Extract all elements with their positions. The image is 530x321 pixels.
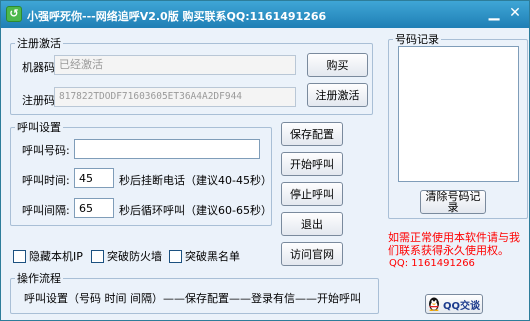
hide-ip-checkbox[interactable]: 隐藏本机IP (13, 248, 83, 264)
clear-records-button[interactable]: 清除号码记录 (420, 190, 486, 214)
call-interval-label: 呼叫间隔: (22, 204, 70, 217)
call-number-input[interactable] (74, 139, 260, 159)
records-list[interactable] (398, 46, 519, 182)
buy-button[interactable]: 购买 (307, 53, 368, 77)
call-time-hint: 秒后挂断电话（建议40-45秒） (119, 174, 272, 187)
bypass-blacklist-checkbox-box[interactable] (169, 249, 182, 263)
register-code-field[interactable]: 817822TDODF71603605ET36A4A2DF944 (54, 87, 296, 107)
hide-ip-checkbox-box[interactable] (13, 249, 26, 263)
call-settings-group-label: 呼叫设置 (17, 121, 61, 134)
call-interval-input[interactable] (74, 198, 114, 218)
bypass-firewall-label: 突破防火墙 (107, 250, 162, 263)
contact-qq: QQ: 1161491266 (389, 258, 475, 269)
qq-chat-label: QQ交谈 (442, 300, 480, 312)
registration-group-label: 注册激活 (17, 37, 61, 50)
records-group-label: 号码记录 (395, 33, 439, 46)
machine-code-field[interactable]: 已经激活 (54, 55, 296, 75)
bypass-blacklist-label: 突破黑名单 (185, 250, 240, 263)
close-button[interactable]: ✕ (506, 4, 524, 22)
license-notice: 如需正常使用本软件请与我们联系获得永久使用权。 (388, 231, 520, 257)
minimize-button[interactable]: ▁ (485, 4, 503, 22)
call-number-label: 呼叫号码: (22, 144, 70, 157)
visit-site-button[interactable]: 访问官网 (281, 242, 343, 266)
qq-chat-button[interactable]: QQ交谈 (425, 294, 483, 314)
app-refresh-icon: ↺ (6, 6, 22, 22)
call-time-input[interactable] (74, 168, 114, 188)
app-window: ↺ 小强呼死你---网络追呼V2.0版 购买联系QQ:1161491266 ▁ … (0, 0, 530, 321)
hide-ip-label: 隐藏本机IP (29, 250, 83, 263)
exit-button[interactable]: 退出 (281, 212, 343, 236)
start-call-button[interactable]: 开始呼叫 (281, 152, 343, 176)
call-interval-hint: 秒后循环呼叫（建议60-65秒） (119, 204, 272, 217)
process-text: 呼叫设置（号码 时间 间隔）——保存配置——登录有信——开始呼叫 (24, 292, 361, 305)
register-code-label: 注册码 (22, 94, 55, 107)
bypass-firewall-checkbox-box[interactable] (91, 249, 104, 263)
stop-call-button[interactable]: 停止呼叫 (281, 182, 343, 206)
save-config-button[interactable]: 保存配置 (281, 122, 343, 146)
bypass-firewall-checkbox[interactable]: 突破防火墙 (91, 248, 162, 264)
window-title: 小强呼死你---网络追呼V2.0版 购买联系QQ:1161491266 (27, 10, 327, 23)
title-bar[interactable]: ↺ 小强呼死你---网络追呼V2.0版 购买联系QQ:1161491266 ▁ … (1, 1, 529, 28)
call-time-label: 呼叫时间: (22, 174, 70, 187)
activate-button[interactable]: 注册激活 (307, 83, 368, 107)
process-group-label: 操作流程 (17, 272, 61, 285)
qq-penguin-icon (428, 297, 439, 311)
machine-code-label: 机器码 (22, 61, 55, 74)
bypass-blacklist-checkbox[interactable]: 突破黑名单 (169, 248, 240, 264)
